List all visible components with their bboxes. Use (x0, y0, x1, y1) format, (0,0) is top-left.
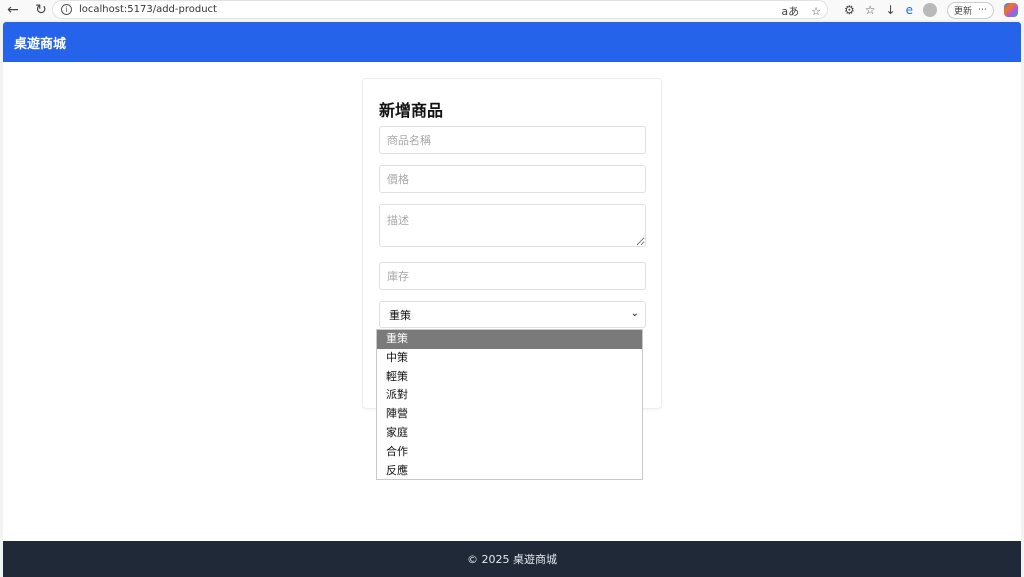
page: 桌遊商城 新增商品 重策 ⌄ © 2025 桌遊商城 (3, 22, 1021, 577)
dropdown-option[interactable]: 派對 (377, 386, 642, 405)
chevron-down-icon: ⌄ (630, 308, 639, 319)
url-text: localhost:5173/add-product (79, 4, 217, 15)
dropdown-option[interactable]: 反應 (377, 462, 642, 481)
update-label: 更新 (953, 6, 972, 17)
profile-avatar[interactable] (922, 3, 937, 17)
copilot-icon[interactable] (1004, 3, 1018, 17)
footer-text: © 2025 桌遊商城 (467, 553, 557, 566)
edge-icon[interactable]: e (906, 3, 913, 17)
site-header: 桌遊商城 (3, 22, 1021, 62)
description-textarea[interactable] (379, 204, 646, 247)
read-aloud-icon[interactable]: aあ (781, 3, 799, 19)
refresh-icon[interactable]: ↻ (31, 0, 51, 20)
dropdown-option[interactable]: 家庭 (377, 424, 642, 443)
browser-toolbar: ← ↻ i localhost:5173/add-product aあ ☆ ⚙ … (0, 0, 1024, 20)
category-select[interactable]: 重策 ⌄ (379, 301, 646, 328)
category-dropdown[interactable]: 重策 中策 輕策 派對 陣營 家庭 合作 反應 (376, 329, 643, 480)
info-icon[interactable]: i (61, 4, 72, 15)
dropdown-option[interactable]: 合作 (377, 443, 642, 462)
dropdown-option[interactable]: 輕策 (377, 368, 642, 387)
favorites-icon[interactable]: ☆ (865, 3, 876, 17)
product-name-input[interactable] (379, 126, 646, 154)
brand-logo[interactable]: 桌遊商城 (14, 33, 66, 52)
site-footer: © 2025 桌遊商城 (3, 541, 1021, 577)
dropdown-option[interactable]: 重策 (377, 330, 642, 349)
extensions-icon[interactable]: ⚙ (844, 3, 855, 17)
page-title: 新增商品 (379, 101, 444, 120)
downloads-icon[interactable]: ↓ (886, 3, 896, 17)
category-selected-value: 重策 (389, 308, 411, 322)
stock-input[interactable] (379, 262, 646, 290)
price-input[interactable] (379, 165, 646, 193)
favorite-star-icon[interactable]: ☆ (811, 5, 821, 18)
more-icon: ⋯ (978, 5, 987, 15)
address-bar[interactable]: i localhost:5173/add-product aあ ☆ (52, 0, 828, 19)
update-button[interactable]: 更新 ⋯ (946, 1, 994, 19)
dropdown-option[interactable]: 中策 (377, 349, 642, 368)
back-icon[interactable]: ← (3, 0, 23, 20)
dropdown-option[interactable]: 陣營 (377, 405, 642, 424)
